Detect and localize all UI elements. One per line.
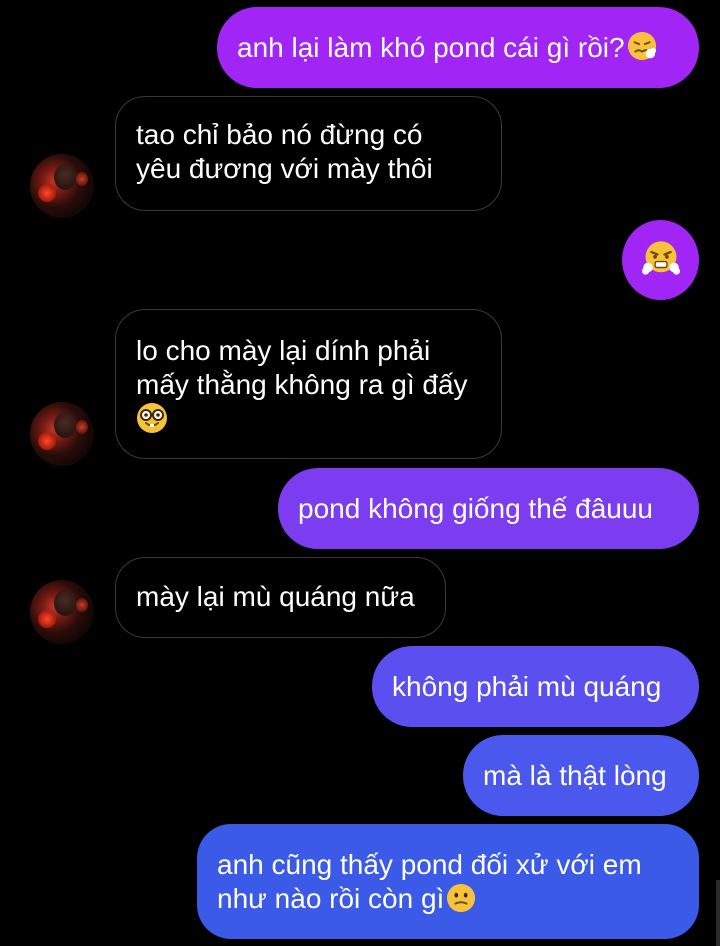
outgoing-message-2[interactable]: pond không giống thế đâuuu: [278, 468, 699, 549]
outgoing-message-3[interactable]: không phải mù quáng: [372, 646, 699, 727]
message-line-2: như nào rồi còn gì: [217, 882, 476, 916]
outgoing-message-1[interactable]: anh lại làm khó pond cái gì rồi?: [217, 7, 699, 88]
avatar[interactable]: [30, 402, 94, 466]
scrollbar[interactable]: [716, 880, 720, 946]
confused-face-icon: [446, 883, 476, 913]
message-text: anh cũng thấy pond đối xử với em: [217, 848, 642, 880]
message-text: tao chỉ bảo nó đừng có: [136, 119, 423, 150]
nerd-face-icon: [136, 402, 481, 436]
message-text: mày lại mù quáng nữa: [136, 581, 415, 612]
message-text: pond không giống thế đâuuu: [298, 492, 653, 524]
outgoing-message-5[interactable]: anh cũng thấy pond đối xử với em như nào…: [197, 824, 699, 939]
message-text: mấy thằng không ra gì đấy: [136, 369, 468, 400]
message-text: không phải mù quáng: [392, 670, 662, 702]
incoming-message-1[interactable]: tao chỉ bảo nó đừng có yêu đương với mày…: [115, 96, 502, 211]
outgoing-emoji-message[interactable]: [622, 220, 699, 300]
avatar[interactable]: [30, 580, 94, 644]
incoming-message-2[interactable]: lo cho mày lại dính phải mấy thằng không…: [115, 309, 502, 459]
message-text: lo cho mày lại dính phải: [136, 335, 431, 366]
face-with-steam-icon: [641, 239, 680, 282]
outgoing-message-4[interactable]: mà là thật lòng: [463, 735, 699, 816]
message-text: như nào rồi còn gì: [217, 882, 445, 914]
message-text: anh lại làm khó pond cái gì rồi?: [237, 31, 625, 63]
persevering-face-icon: [627, 31, 657, 61]
message-text: yêu đương với mày thôi: [136, 153, 433, 184]
avatar[interactable]: [30, 154, 94, 218]
message-text: mà là thật lòng: [483, 759, 667, 791]
incoming-message-3[interactable]: mày lại mù quáng nữa: [115, 557, 446, 638]
